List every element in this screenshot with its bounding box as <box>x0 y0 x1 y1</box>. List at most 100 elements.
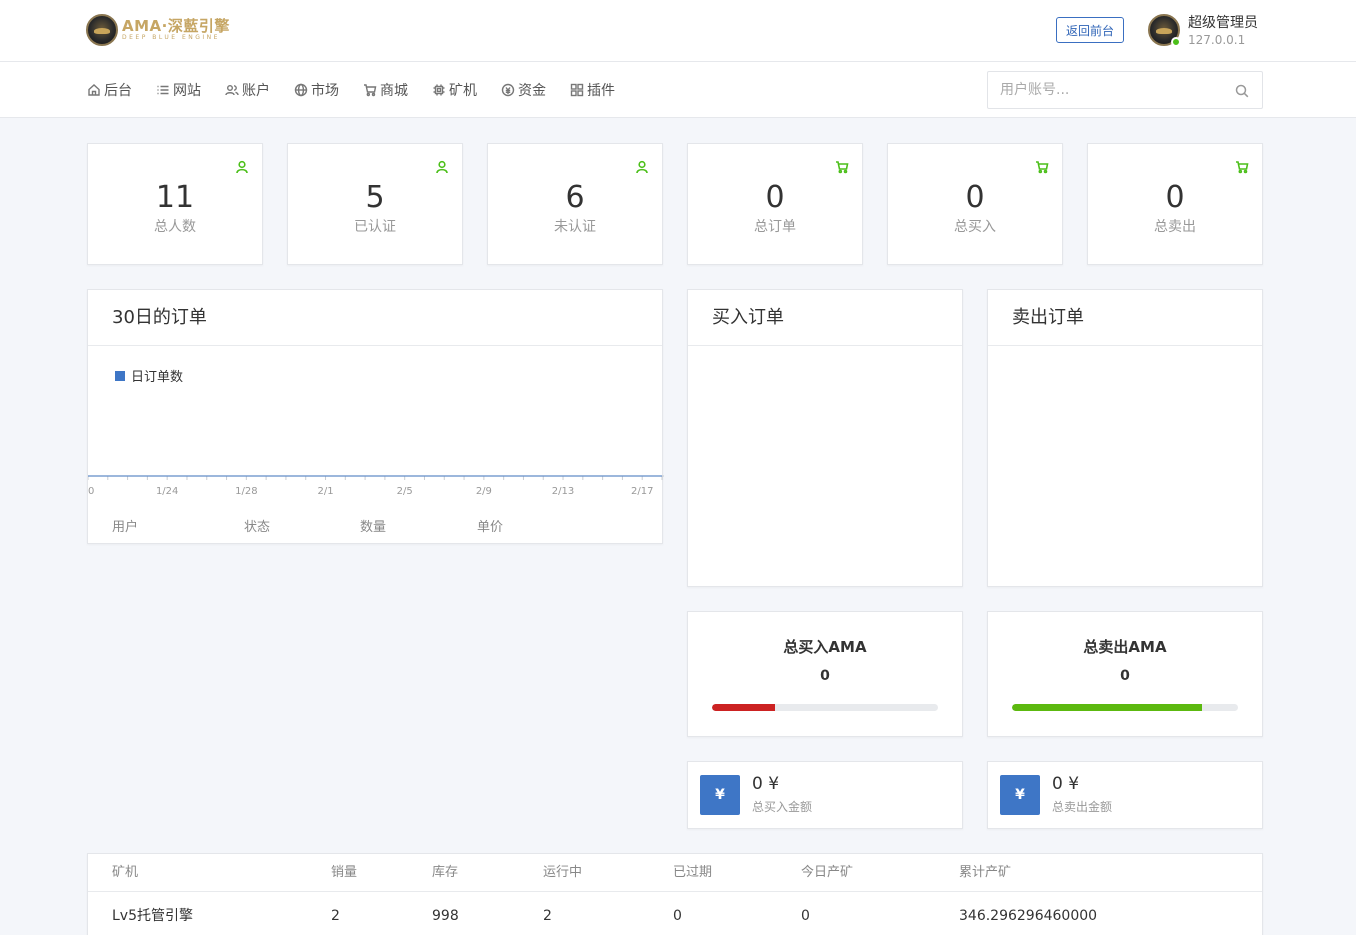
stat-value: 0 <box>965 180 985 215</box>
grid-icon <box>570 83 584 97</box>
stat-label: 总卖出 <box>1154 219 1196 235</box>
total-sell-ama-card: 总卖出AMA 0 <box>987 611 1263 737</box>
home-icon <box>88 84 100 96</box>
user-search <box>987 71 1263 109</box>
total-sell-progress-fill <box>1012 704 1202 711</box>
stat-card-total-buy: 0 总买入 <box>887 143 1063 265</box>
nav-item-accounts[interactable]: 账户 <box>225 80 270 100</box>
panel-title: 买入订单 <box>688 290 962 346</box>
user-icon <box>236 160 248 174</box>
user-ip: 127.0.0.1 <box>1188 33 1246 47</box>
nav-item-label: 商城 <box>380 83 408 99</box>
logo[interactable]: AMA·深藍引擎 DEEP BLUE ENGINE <box>86 13 230 47</box>
cell-running: 2 <box>543 908 552 924</box>
user-icon <box>636 160 648 174</box>
column-header-today-output: 今日产矿 <box>801 865 854 880</box>
search-input[interactable] <box>988 72 1218 108</box>
total-sell-amount-card: ¥ 0 ¥ 总卖出金额 <box>987 761 1263 829</box>
yuan-icon: ¥ <box>700 775 740 815</box>
nav-item-label: 插件 <box>587 83 615 99</box>
cart-icon <box>364 84 377 97</box>
total-sell-title: 总卖出AMA <box>1083 638 1167 656</box>
column-header-user: 用户 <box>112 520 139 535</box>
cell-today-output: 0 <box>801 908 810 924</box>
orders-line-chart: 20 1/24 1/28 2/1 2/5 2/9 2/13 2/17 <box>88 475 664 497</box>
nav-item-label: 矿机 <box>449 83 477 99</box>
nav-item-label: 资金 <box>518 83 546 99</box>
list-icon <box>157 85 169 95</box>
total-buy-amount-value: 0 ¥ <box>752 774 780 794</box>
main-nav: 后台 网站 账户 市场 商城 矿机 资金 插件 <box>0 62 1356 118</box>
logo-subtitle: DEEP BLUE ENGINE <box>122 34 220 41</box>
column-header-total-output: 累计产矿 <box>959 865 1012 880</box>
nav-item-label: 网站 <box>173 83 201 99</box>
legend-swatch <box>115 370 125 381</box>
nav-item-shop[interactable]: 商城 <box>363 80 408 100</box>
nav-item-plugins[interactable]: 插件 <box>570 80 615 100</box>
x-tick-label: 2/17 <box>631 486 653 497</box>
stat-label: 已认证 <box>354 219 396 235</box>
column-header-sales: 销量 <box>331 865 358 880</box>
x-tick-label: 2/9 <box>476 486 492 497</box>
total-buy-amount-label: 总买入金额 <box>752 800 813 814</box>
x-tick-label: 2/1 <box>317 486 333 497</box>
chip-icon <box>433 84 445 96</box>
column-header-stock: 库存 <box>432 865 459 880</box>
nav-item-label: 后台 <box>104 83 132 99</box>
nav-item-label: 账户 <box>242 83 270 99</box>
search-icon[interactable] <box>1235 84 1249 98</box>
yuan-icon: ¥ <box>1000 775 1040 815</box>
miner-table: 矿机 销量 库存 运行中 已过期 今日产矿 累计产矿 Lv5托管引擎 2 998… <box>87 853 1263 935</box>
total-sell-amount-value: 0 ¥ <box>1052 774 1080 794</box>
stat-card-unverified: 6 未认证 <box>487 143 663 265</box>
total-sell-amount-label: 总卖出金额 <box>1052 800 1113 814</box>
stat-value: 6 <box>565 180 585 215</box>
total-buy-amount-card: ¥ 0 ¥ 总买入金额 <box>687 761 963 829</box>
user-icon <box>436 160 448 174</box>
total-buy-progress <box>712 704 938 711</box>
nav-item-website[interactable]: 网站 <box>156 80 201 100</box>
coin-icon <box>501 83 515 97</box>
stat-card-total-users: 11 总人数 <box>87 143 263 265</box>
total-buy-value: 0 <box>820 668 830 684</box>
total-buy-progress-fill <box>712 704 776 711</box>
nav-item-market[interactable]: 市场 <box>294 80 339 100</box>
chart-legend[interactable]: 日订单数 <box>115 366 183 385</box>
cell-expired: 0 <box>673 908 682 924</box>
top-header: AMA·深藍引擎 DEEP BLUE ENGINE 返回前台 超级管理员 127… <box>0 0 1356 62</box>
x-tick-label: 2/13 <box>552 486 574 497</box>
x-tick-label: 1/24 <box>156 486 178 497</box>
panel-title: 30日的订单 <box>88 290 662 346</box>
miner-table-header: 矿机 销量 库存 运行中 已过期 今日产矿 累计产矿 <box>88 854 1262 892</box>
nav-item-funds[interactable]: 资金 <box>501 80 546 100</box>
buy-orders-panel: 买入订单 <box>687 289 963 587</box>
sell-orders-panel: 卖出订单 <box>987 289 1263 587</box>
cart-icon <box>1036 161 1049 174</box>
column-header-running: 运行中 <box>543 865 583 880</box>
stat-card-total-orders: 0 总订单 <box>687 143 863 265</box>
users-icon <box>225 85 239 96</box>
online-status-indicator <box>1171 37 1181 47</box>
stat-value: 11 <box>155 180 195 215</box>
panel-title: 卖出订单 <box>988 290 1262 346</box>
nav-item-miners[interactable]: 矿机 <box>432 80 477 100</box>
total-buy-title: 总买入AMA <box>783 638 867 656</box>
stat-value: 0 <box>765 180 785 215</box>
cell-total-output: 346.296296460000 <box>959 908 1098 924</box>
logo-emblem-icon <box>86 14 118 46</box>
column-header-miner: 矿机 <box>112 865 139 880</box>
stat-value: 0 <box>1165 180 1185 215</box>
user-name[interactable]: 超级管理员 <box>1188 12 1258 32</box>
logo-title: AMA·深藍引擎 <box>122 17 230 35</box>
stat-label: 总买入 <box>954 219 996 235</box>
stat-label: 未认证 <box>554 219 596 235</box>
x-tick-label: 1/28 <box>235 486 257 497</box>
cell-miner: Lv5托管引擎 <box>112 908 193 924</box>
stat-card-total-sell: 0 总卖出 <box>1087 143 1263 265</box>
nav-item-dashboard[interactable]: 后台 <box>87 80 132 100</box>
back-to-frontend-button[interactable]: 返回前台 <box>1056 17 1124 43</box>
globe-icon <box>294 83 308 97</box>
stat-label: 总订单 <box>754 219 796 235</box>
table-row[interactable]: Lv5托管引擎 2 998 2 0 0 346.296296460000 <box>88 892 1262 935</box>
column-header-status: 状态 <box>244 520 271 535</box>
